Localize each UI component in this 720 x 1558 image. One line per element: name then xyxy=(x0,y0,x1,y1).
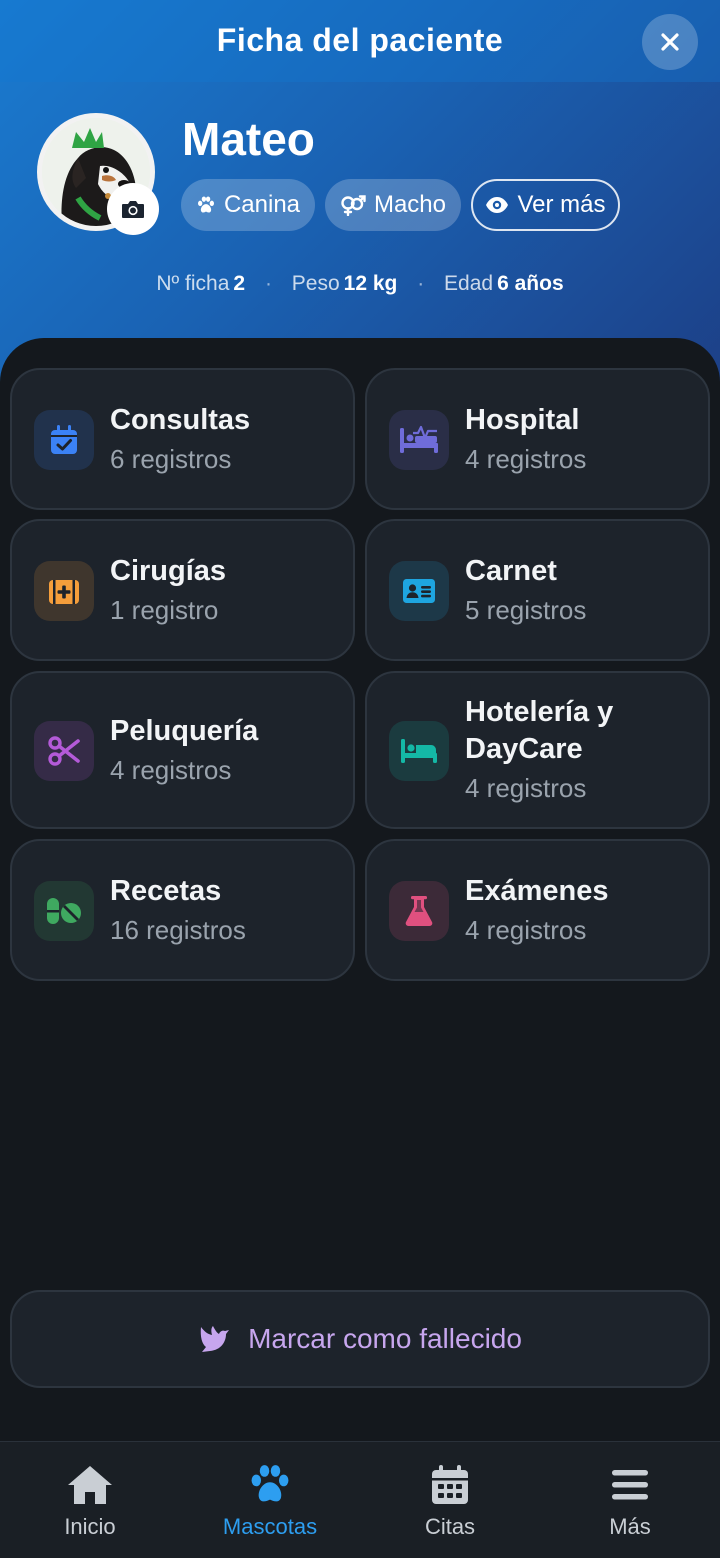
card-icon-wrap xyxy=(34,561,94,621)
card-title: Carnet xyxy=(465,555,557,587)
card-count: 1 registro xyxy=(110,595,219,625)
card-hoteleria[interactable]: Hotelería y DayCare 4 registros xyxy=(365,671,710,829)
dove-icon xyxy=(200,1326,230,1352)
bed-icon xyxy=(401,739,437,763)
card-count: 4 registros xyxy=(110,755,232,785)
calendar-check-icon xyxy=(51,425,77,454)
file-number-value: 2 xyxy=(233,272,246,295)
species-label: Canina xyxy=(223,191,301,218)
menu-icon xyxy=(612,1470,648,1500)
separator: · xyxy=(417,272,425,295)
paw-icon xyxy=(251,1465,289,1502)
close-icon xyxy=(661,33,679,51)
nav-inicio[interactable]: Inicio xyxy=(0,1442,180,1558)
card-peluqueria[interactable]: Peluquería 4 registros xyxy=(10,671,355,829)
bottom-nav: Inicio Mascotas Citas Más xyxy=(0,1441,720,1558)
close-button[interactable] xyxy=(642,14,698,70)
card-examenes[interactable]: Exámenes 4 registros xyxy=(365,839,710,981)
weight-label: Peso xyxy=(291,272,340,295)
nav-label: Citas xyxy=(424,1514,476,1539)
card-hospital[interactable]: Hospital 4 registros xyxy=(365,368,710,510)
file-number-label: Nº ficha xyxy=(156,272,230,295)
card-title: Peluquería xyxy=(110,715,259,747)
species-chip[interactable]: Canina xyxy=(181,179,315,231)
paw-icon xyxy=(197,196,214,213)
pet-name: Mateo xyxy=(182,113,315,165)
weight-value: 12 kg xyxy=(343,272,398,295)
id-card-icon xyxy=(403,579,435,603)
see-more-chip[interactable]: Ver más xyxy=(471,179,620,231)
patient-stats: Nº ficha 2 · Peso 12 kg · Edad 6 años xyxy=(0,272,720,296)
age-label: Edad xyxy=(444,272,494,295)
card-consultas[interactable]: Consultas 6 registros xyxy=(10,368,355,510)
see-more-label: Ver más xyxy=(517,191,606,218)
card-icon-wrap xyxy=(34,721,94,781)
nav-label: Más xyxy=(609,1514,651,1539)
eye-icon xyxy=(486,197,509,213)
card-title: Hospital xyxy=(465,404,580,436)
sex-label: Macho xyxy=(373,191,447,218)
card-icon-wrap xyxy=(389,561,449,621)
card-icon-wrap xyxy=(389,881,449,941)
separator: · xyxy=(264,272,272,295)
card-count: 16 registros xyxy=(110,915,246,945)
card-count: 6 registros xyxy=(110,444,232,474)
card-icon-wrap xyxy=(389,721,449,781)
card-carnet[interactable]: Carnet 5 registros xyxy=(365,519,710,661)
card-title: Cirugías xyxy=(110,555,227,587)
card-icon-wrap xyxy=(389,410,449,470)
card-title: Hotelería y DayCare xyxy=(465,696,614,765)
nav-label: Mascotas xyxy=(222,1514,318,1539)
sex-chip[interactable]: Macho xyxy=(325,179,461,231)
card-title: Recetas xyxy=(110,875,222,907)
age-value: 6 años xyxy=(497,272,564,295)
pills-icon xyxy=(47,898,81,924)
mark-deceased-button[interactable]: Marcar como fallecido xyxy=(10,1290,710,1388)
card-count: 4 registros xyxy=(465,773,587,803)
scissors-icon xyxy=(48,736,80,766)
nav-mas[interactable]: Más xyxy=(540,1442,720,1558)
card-count: 5 registros xyxy=(465,595,587,625)
card-title: Consultas xyxy=(110,404,251,436)
page-title: Ficha del paciente xyxy=(216,22,504,58)
surgery-kit-icon xyxy=(49,580,79,604)
card-icon-wrap xyxy=(34,410,94,470)
card-count: 4 registros xyxy=(465,444,587,474)
home-icon xyxy=(68,1466,112,1504)
card-icon-wrap xyxy=(34,881,94,941)
camera-icon xyxy=(122,201,144,218)
nav-citas[interactable]: Citas xyxy=(360,1442,540,1558)
nav-mascotas[interactable]: Mascotas xyxy=(180,1442,360,1558)
male-female-icon xyxy=(341,195,366,216)
card-count: 4 registros xyxy=(465,915,587,945)
hospital-bed-icon xyxy=(400,425,438,453)
change-photo-button[interactable] xyxy=(107,183,159,235)
calendar-icon xyxy=(432,1465,468,1504)
nav-label: Inicio xyxy=(64,1514,116,1539)
card-cirugias[interactable]: Cirugías 1 registro xyxy=(10,519,355,661)
flask-icon xyxy=(405,896,433,926)
card-title: Exámenes xyxy=(465,875,609,907)
card-recetas[interactable]: Recetas 16 registros xyxy=(10,839,355,981)
mark-deceased-label: Marcar como fallecido xyxy=(248,1323,522,1354)
